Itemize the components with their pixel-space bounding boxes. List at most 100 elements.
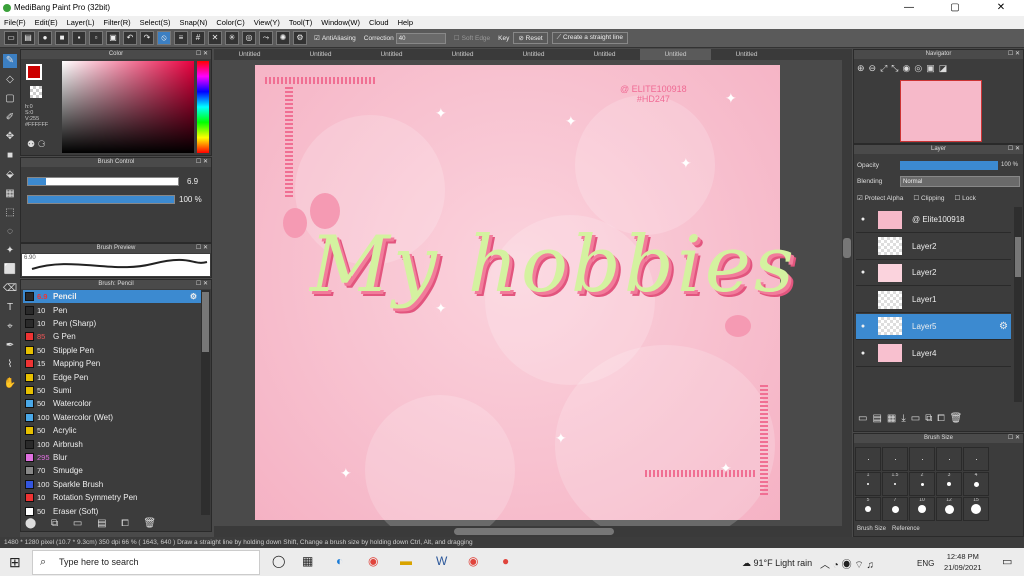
chrome-icon[interactable]: ◉ <box>368 554 378 568</box>
brush-size-cell[interactable] <box>963 497 989 521</box>
layer-row[interactable]: Layer2 <box>856 234 1011 260</box>
chrome-alt-icon[interactable]: ◉ <box>468 554 478 568</box>
brush-size-cell[interactable] <box>882 497 908 521</box>
brush-size-cell[interactable]: 2 <box>909 447 935 478</box>
select-tool-icon[interactable]: ⬚ <box>3 206 17 220</box>
snap-parallel-icon[interactable]: ≡ <box>174 31 188 45</box>
panel-close-icon[interactable]: ☐ ✕ <box>196 158 208 167</box>
brush-size-cell[interactable]: 4 <box>963 447 989 478</box>
menu-view[interactable]: View(Y) <box>254 18 280 27</box>
layer-row[interactable]: ● Layer2 <box>856 260 1011 287</box>
color-picker-area[interactable] <box>62 61 194 153</box>
tab-untitled-active[interactable]: Untitled <box>640 49 711 60</box>
panel-close-icon[interactable]: ☐ ✕ <box>1008 434 1020 443</box>
clock[interactable]: 12:48 PM 21/09/2021 <box>944 551 982 573</box>
brush-item[interactable]: 10 Pen <box>23 303 201 316</box>
menu-layer[interactable]: Layer(L) <box>67 18 95 27</box>
save-as-icon[interactable]: ▫ <box>89 31 103 45</box>
brush-list-actions[interactable]: ⬤ ⧉ ▭ ▤ ⧠ 🗑 <box>25 518 162 529</box>
brush-item[interactable]: 10 Rotation Symmetry Pen <box>23 491 201 504</box>
correction-dropdown[interactable]: 40 <box>395 32 446 44</box>
menu-cloud[interactable]: Cloud <box>369 18 389 27</box>
weather-widget[interactable]: ☁ 91°F Light rain <box>742 558 812 569</box>
snap-curve-icon[interactable]: ⤳ <box>259 31 273 45</box>
divide-tool-icon[interactable]: ⬜ <box>3 263 17 277</box>
layer-row[interactable]: ● Layer4 <box>856 341 1011 367</box>
panel-close-icon[interactable]: ☐ ✕ <box>1008 50 1020 59</box>
brush-item[interactable]: 100 Airbrush <box>23 437 201 450</box>
menu-edit[interactable]: Edit(E) <box>35 18 58 27</box>
pen-tool-icon[interactable]: ✒ <box>3 339 17 353</box>
select-eraser-icon[interactable]: ⌫ <box>3 282 17 296</box>
brush-size-cell[interactable]: 15 <box>963 472 989 503</box>
snap-cross-icon[interactable]: ✕ <box>208 31 222 45</box>
gradient-tool-icon[interactable]: ▦ <box>3 187 17 201</box>
medibang-icon[interactable]: ● <box>502 554 509 568</box>
brush-size-slider[interactable] <box>27 177 179 186</box>
layer-settings-icon[interactable]: ⚙ <box>999 321 1008 332</box>
brush-opacity-slider[interactable] <box>27 195 175 204</box>
brush-size-cell[interactable]: 1 <box>855 447 881 478</box>
tab-untitled[interactable]: Untitled <box>427 49 498 60</box>
windows-start-icon[interactable]: ⊞ <box>9 554 21 571</box>
word-icon[interactable]: W <box>436 554 447 568</box>
navigator-controls[interactable]: ⊕⊖⤢⤡◉◎▣◪ <box>857 63 951 74</box>
brush-item[interactable]: 10 Pen (Sharp) <box>23 317 201 330</box>
tab-untitled[interactable]: Untitled <box>356 49 427 60</box>
eraser-tool-icon[interactable]: ◇ <box>3 73 17 87</box>
visibility-icon[interactable]: ● <box>856 350 870 357</box>
language-indicator[interactable]: ENG <box>917 559 934 568</box>
foreground-color-swatch[interactable] <box>26 64 42 80</box>
new-icon[interactable]: ▭ <box>4 31 18 45</box>
tab-untitled[interactable]: Untitled <box>569 49 640 60</box>
brush-item[interactable]: 70 Smudge <box>23 464 201 477</box>
fill-icon[interactable]: ▣ <box>106 31 120 45</box>
brush-item[interactable]: 50 Watercolor <box>23 397 201 410</box>
tab-brush-size[interactable]: Brush Size <box>857 526 886 532</box>
brush-size-cell[interactable] <box>909 497 935 521</box>
eyedropper-icon[interactable]: ⌇ <box>3 358 17 372</box>
brush-size-cell[interactable]: 1.5 <box>882 447 908 478</box>
bucket-tool-icon[interactable]: ⬙ <box>3 168 17 182</box>
edge-browser-icon[interactable]: ◐ <box>336 554 343 568</box>
select-pen-icon[interactable]: ✐ <box>3 111 17 125</box>
close-button[interactable]: ✕ <box>978 0 1024 16</box>
brush-settings-icon[interactable]: ⚙ <box>190 292 197 301</box>
taskbar-search-input[interactable]: Type here to search <box>32 550 260 575</box>
tab-untitled[interactable]: Untitled <box>214 49 285 60</box>
panel-close-icon[interactable]: ☐ ✕ <box>1008 145 1020 154</box>
brush-item[interactable]: 50 Acrylic <box>23 424 201 437</box>
brush-item[interactable]: 295 Blur <box>23 451 201 464</box>
menu-select[interactable]: Select(S) <box>140 18 171 27</box>
brush-item[interactable]: 100 Sparkle Brush <box>23 478 201 491</box>
clipping-checkbox[interactable]: ☐ Clipping <box>913 194 944 202</box>
notifications-icon[interactable]: ▭ <box>1002 555 1012 568</box>
shape-tool-icon[interactable]: ■ <box>3 149 17 163</box>
snap-radial-icon[interactable]: ✳ <box>225 31 239 45</box>
hand-tool-icon[interactable]: ✋ <box>3 377 17 391</box>
save-icon[interactable]: ▪ <box>72 31 86 45</box>
panel-close-icon[interactable]: ☐ ✕ <box>196 50 208 59</box>
panel-close-icon[interactable]: ☐ ✕ <box>196 244 208 253</box>
brush-size-cell[interactable] <box>855 497 881 521</box>
task-view-icon[interactable]: ◯ <box>272 554 285 568</box>
panel-close-icon[interactable]: ☐ ✕ <box>196 280 208 289</box>
redo-icon[interactable]: ↷ <box>140 31 154 45</box>
brush-size-cell[interactable]: 5 <box>855 472 881 503</box>
open-icon[interactable]: ▤ <box>21 31 35 45</box>
protect-alpha-checkbox[interactable]: ☑ Protect Alpha <box>857 194 903 202</box>
brush-size-cell[interactable] <box>936 497 962 521</box>
blending-dropdown[interactable]: Normal <box>900 176 1020 187</box>
menu-snap[interactable]: Snap(N) <box>179 18 207 27</box>
lock-checkbox[interactable]: ☐ Lock <box>954 194 975 202</box>
menu-file[interactable]: File(F) <box>4 18 26 27</box>
reset-button[interactable]: ⊘ Reset <box>513 32 548 44</box>
brush-size-cell[interactable]: 10 <box>909 472 935 503</box>
magic-wand-icon[interactable]: ✦ <box>3 244 17 258</box>
visibility-icon[interactable]: ● <box>856 269 870 276</box>
undo-icon[interactable]: ↶ <box>123 31 137 45</box>
visibility-icon[interactable]: ● <box>856 216 870 223</box>
widgets-icon[interactable]: ▦ <box>302 554 313 568</box>
background-color-swatch[interactable] <box>30 86 42 98</box>
tab-reference[interactable]: Reference <box>892 526 920 532</box>
